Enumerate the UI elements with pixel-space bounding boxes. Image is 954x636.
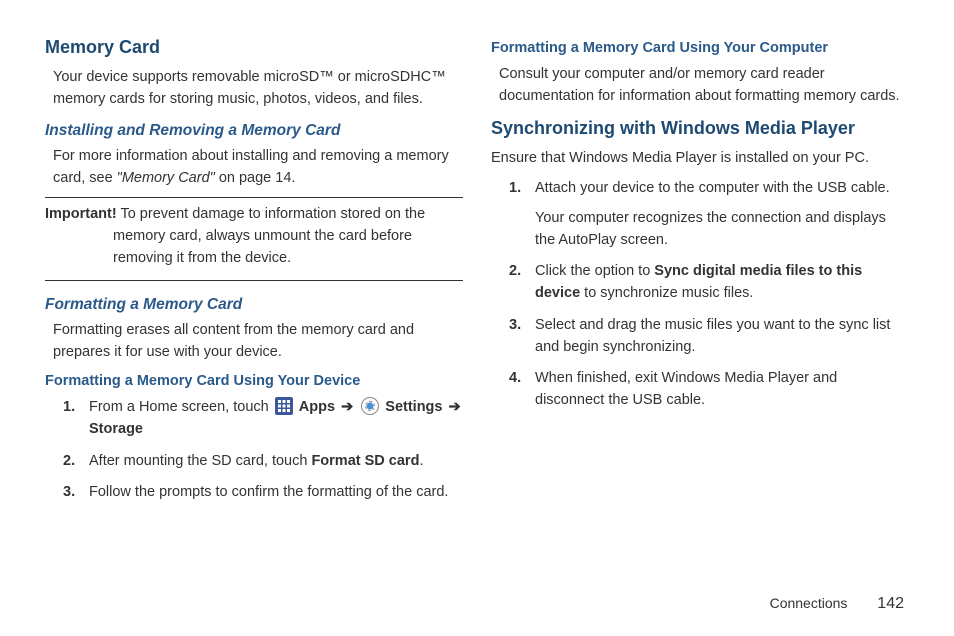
install-text-b: on page 14. xyxy=(215,170,296,186)
install-ref: "Memory Card" xyxy=(117,170,215,186)
step-3: 3. Select and drag the music files you w… xyxy=(509,315,909,359)
step-text: Follow the prompts to confirm the format… xyxy=(89,484,448,500)
step-text: After mounting the SD card, touch xyxy=(89,453,311,469)
step-num: 1. xyxy=(63,397,75,419)
settings-icon xyxy=(361,397,379,415)
page-footer: Connections 142 xyxy=(770,592,904,616)
format-device-steps: 1. From a Home screen, touch Apps ➔ Sett… xyxy=(63,397,463,504)
important-label: Important! xyxy=(45,206,117,222)
step-num: 1. xyxy=(509,178,521,200)
step-text-b: Your computer recognizes the connection … xyxy=(535,210,886,248)
step-4: 4. When finished, exit Windows Media Pla… xyxy=(509,368,909,412)
format-computer-text: Consult your computer and/or memory card… xyxy=(499,64,909,108)
important-paragraph: Important! To prevent damage to informat… xyxy=(45,204,463,269)
memory-card-intro: Your device supports removable microSD™ … xyxy=(53,67,463,111)
step-text-a: Click the option to xyxy=(535,263,654,279)
step-text-c: to synchronize music files. xyxy=(580,285,753,301)
step-2: 2. Click the option to Sync digital medi… xyxy=(509,261,909,305)
sync-steps: 1. Attach your device to the computer wi… xyxy=(509,178,909,412)
left-column: Memory Card Your device supports removab… xyxy=(45,34,463,514)
step-num: 3. xyxy=(63,482,75,504)
step-text-a: Attach your device to the computer with … xyxy=(535,180,890,196)
apps-label: Apps xyxy=(299,399,339,415)
step-num: 2. xyxy=(509,261,521,283)
step-text: From a Home screen, touch xyxy=(89,399,273,415)
important-callout: Important! To prevent damage to informat… xyxy=(45,197,463,280)
step-text: When finished, exit Windows Media Player… xyxy=(535,370,837,408)
heading-format-computer: Formatting a Memory Card Using Your Comp… xyxy=(491,38,909,60)
step-1: 1. From a Home screen, touch Apps ➔ Sett… xyxy=(63,397,463,441)
installing-text: For more information about installing an… xyxy=(53,146,463,190)
important-text: To prevent damage to information stored … xyxy=(113,206,425,266)
step-num: 4. xyxy=(509,368,521,390)
format-sd-label: Format SD card xyxy=(311,453,419,469)
heading-memory-card: Memory Card xyxy=(45,34,463,61)
step-text-b: . xyxy=(419,453,423,469)
heading-installing: Installing and Removing a Memory Card xyxy=(45,119,463,142)
heading-synchronizing: Synchronizing with Windows Media Player xyxy=(491,115,909,142)
settings-label: Settings xyxy=(385,399,446,415)
heading-format-device: Formatting a Memory Card Using Your Devi… xyxy=(45,371,463,393)
step-num: 2. xyxy=(63,451,75,473)
storage-label: Storage xyxy=(89,421,143,437)
step-3: 3. Follow the prompts to confirm the for… xyxy=(63,482,463,504)
page-number: 142 xyxy=(877,595,904,612)
right-column: Formatting a Memory Card Using Your Comp… xyxy=(491,34,909,514)
sync-intro: Ensure that Windows Media Player is inst… xyxy=(491,148,909,170)
footer-section: Connections xyxy=(770,595,848,611)
heading-formatting: Formatting a Memory Card xyxy=(45,293,463,316)
content-columns: Memory Card Your device supports removab… xyxy=(45,34,909,514)
step-num: 3. xyxy=(509,315,521,337)
apps-icon xyxy=(275,397,293,415)
step-text: Select and drag the music files you want… xyxy=(535,317,890,355)
step-1: 1. Attach your device to the computer wi… xyxy=(509,178,909,251)
arrow-icon: ➔ xyxy=(341,399,353,415)
arrow-icon: ➔ xyxy=(449,399,461,415)
formatting-intro: Formatting erases all content from the m… xyxy=(53,320,463,364)
step-2: 2. After mounting the SD card, touch For… xyxy=(63,451,463,473)
